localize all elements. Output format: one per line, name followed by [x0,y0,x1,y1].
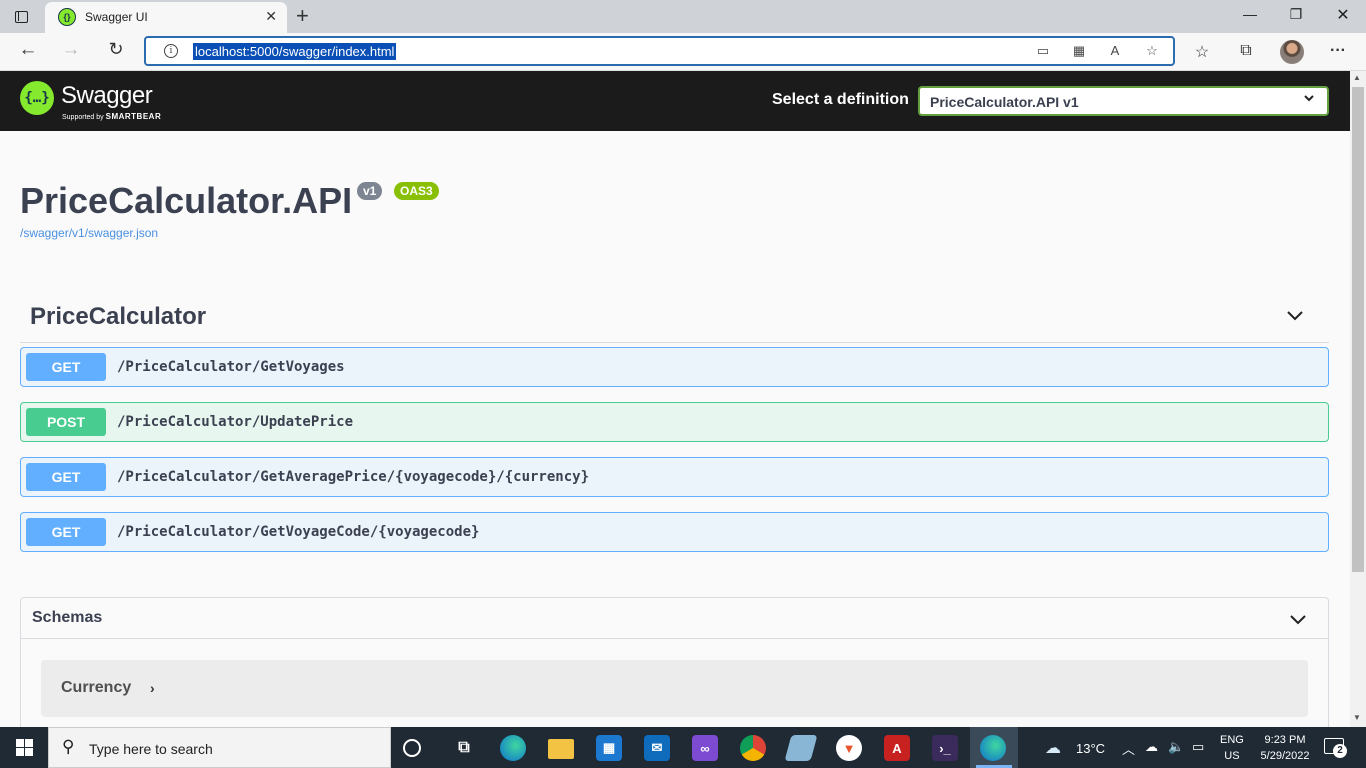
new-tab-icon[interactable]: + [296,3,309,29]
profile-avatar[interactable] [1280,40,1304,64]
tab-actions-icon[interactable] [11,7,31,27]
add-favorite-icon[interactable]: ☆ [1143,43,1161,59]
schemas-header[interactable]: Schemas [21,598,1328,639]
app-available-icon[interactable]: ▭ [1034,43,1052,59]
operation-get-voyage-code[interactable]: GET /PriceCalculator/GetVoyageCode/{voya… [20,512,1329,552]
swagger-favicon-icon: {} [58,8,76,26]
swagger-main: PriceCalculator.API v1 OAS3 /swagger/v1/… [0,71,1350,727]
favorites-icon[interactable]: ☆ [1191,42,1213,62]
windows-taskbar: ⚲ Type here to search ⧉ ▦ ✉ ∞ ▼ A ›_ ☁ 1… [0,727,1366,768]
spec-json-link[interactable]: /swagger/v1/swagger.json [20,226,158,240]
tag-name: PriceCalculator [30,303,207,330]
collections-icon[interactable]: ⧉ [1235,42,1257,60]
schemas-title: Schemas [32,609,103,626]
restore-icon[interactable]: ❐ [1286,6,1306,23]
weather-text[interactable]: 13°C [1076,741,1105,756]
volume-icon[interactable]: 🔈 [1168,739,1184,755]
method-badge: GET [26,463,106,491]
scroll-down-icon[interactable]: ▼ [1353,713,1361,722]
scrollbar-thumb[interactable] [1352,87,1364,572]
address-bar[interactable]: i localhost:5000/swagger/index.html ▭ ▦ … [144,36,1175,66]
app-icon[interactable] [784,735,818,761]
acrobat-icon[interactable]: A [884,735,910,761]
model-currency[interactable]: Currency › [41,660,1308,717]
edge-active-icon[interactable] [980,735,1006,761]
visual-studio-icon[interactable]: ∞ [692,735,718,761]
task-view-icon[interactable]: ⧉ [451,735,477,761]
model-name: Currency [61,679,132,696]
taskbar-search-box[interactable]: ⚲ Type here to search [48,727,391,768]
forward-icon[interactable]: → [58,39,84,61]
qr-code-icon[interactable]: ▦ [1070,43,1088,59]
notification-count: 2 [1333,744,1347,758]
schemas-section: Schemas Currency › [20,597,1329,727]
browser-tab-bar: {} Swagger UI ✕ + — ❐ ✕ [0,0,1366,33]
file-explorer-icon[interactable] [548,739,574,759]
brave-icon[interactable]: ▼ [836,735,862,761]
lang-line1: ENG [1220,734,1244,746]
method-badge: POST [26,408,106,436]
edge-icon[interactable] [500,735,526,761]
back-icon[interactable]: ← [15,39,41,61]
clock[interactable]: 9:23 PM 5/29/2022 [1254,732,1316,764]
read-aloud-icon[interactable]: A [1106,43,1124,58]
method-badge: GET [26,353,106,381]
chrome-icon[interactable] [740,735,766,761]
search-placeholder: Type here to search [89,741,213,757]
close-tab-icon[interactable]: ✕ [265,8,277,25]
site-info-icon[interactable]: i [164,44,178,58]
windows-start-icon[interactable] [0,727,48,768]
version-badge: v1 [357,182,383,200]
lang-line2: US [1224,750,1240,762]
reload-icon[interactable]: ↻ [103,39,129,60]
collapse-chevron-icon[interactable] [1288,609,1308,629]
clock-time: 9:23 PM [1264,734,1306,746]
close-window-icon[interactable]: ✕ [1333,5,1353,25]
cortana-icon[interactable] [403,739,421,757]
more-icon[interactable]: ··· [1327,42,1349,60]
operation-path: /PriceCalculator/GetAveragePrice/{voyage… [117,469,590,485]
minimize-icon[interactable]: — [1240,6,1260,22]
api-title: PriceCalculator.API [20,180,353,221]
oas-badge: OAS3 [394,182,439,200]
language-indicator[interactable]: ENG US [1220,732,1244,764]
operation-path: /PriceCalculator/UpdatePrice [117,414,354,430]
operation-path: /PriceCalculator/GetVoyageCode/{voyageco… [117,524,480,540]
scroll-up-icon[interactable]: ▲ [1353,73,1361,82]
battery-icon[interactable]: ▭ [1192,739,1204,755]
onedrive-icon[interactable]: ☁ [1145,739,1158,755]
clock-date: 5/29/2022 [1260,750,1310,762]
browser-toolbar: ← → ↻ i localhost:5000/swagger/index.htm… [0,33,1366,71]
expand-arrow-icon[interactable]: › [150,680,155,696]
search-icon: ⚲ [62,737,75,756]
browser-tab[interactable]: {} Swagger UI ✕ [45,2,287,33]
operation-get-average-price[interactable]: GET /PriceCalculator/GetAveragePrice/{vo… [20,457,1329,497]
mail-icon[interactable]: ✉ [644,735,670,761]
url-text[interactable]: localhost:5000/swagger/index.html [193,43,397,60]
collapse-chevron-icon[interactable] [1285,305,1305,325]
operation-path: /PriceCalculator/GetVoyages [117,359,345,375]
terminal-icon[interactable]: ›_ [932,735,958,761]
tab-title: Swagger UI [85,10,148,24]
chevron-up-icon[interactable]: ︿ [1122,739,1135,758]
store-icon[interactable]: ▦ [596,735,622,761]
operation-get-voyages[interactable]: GET /PriceCalculator/GetVoyages [20,347,1329,387]
operation-update-price[interactable]: POST /PriceCalculator/UpdatePrice [20,402,1329,442]
method-badge: GET [26,518,106,546]
cloud-icon[interactable]: ☁ [1045,738,1061,758]
tag-section-header[interactable]: PriceCalculator [20,293,1329,343]
